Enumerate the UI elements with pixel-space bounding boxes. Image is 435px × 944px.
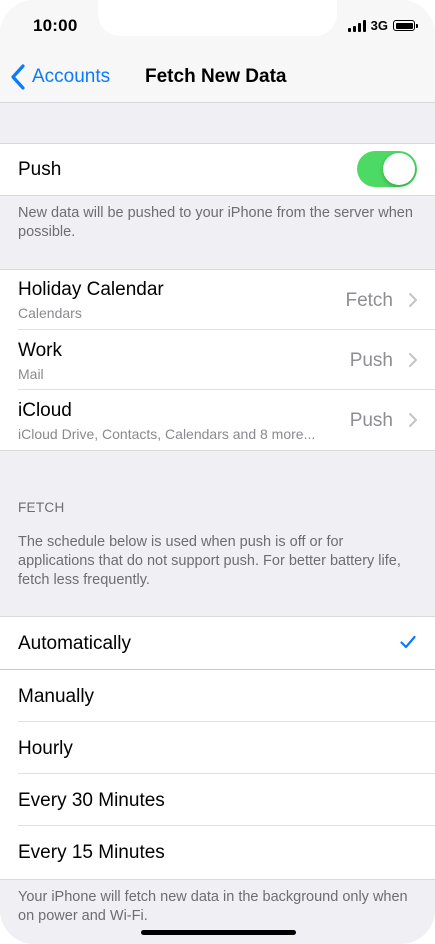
fetch-option-label: Automatically bbox=[18, 633, 131, 654]
push-toggle[interactable] bbox=[357, 151, 417, 187]
chevron-right-icon bbox=[409, 353, 417, 367]
account-schedule-value: Push bbox=[349, 410, 393, 431]
checkmark-icon bbox=[400, 635, 416, 649]
fetch-option-hourly[interactable]: Hourly bbox=[0, 722, 435, 774]
push-group: Push bbox=[0, 143, 435, 196]
account-subtitle: Calendars bbox=[18, 305, 82, 321]
network-type: 3G bbox=[370, 18, 388, 33]
signal-icon bbox=[347, 19, 366, 32]
push-label: Push bbox=[18, 159, 62, 180]
device-notch bbox=[98, 0, 337, 36]
account-row-icloud[interactable]: iCloud iCloud Drive, Contacts, Calendars… bbox=[0, 390, 435, 450]
status-bar: 10:00 3G bbox=[0, 0, 435, 52]
account-row-holiday-calendar[interactable]: Holiday Calendar Calendars Fetch bbox=[0, 270, 435, 330]
toggle-knob bbox=[383, 153, 415, 185]
fetch-option-label: Manually bbox=[18, 686, 95, 707]
fetch-option-manually[interactable]: Manually bbox=[0, 670, 435, 722]
accounts-group: Holiday Calendar Calendars Fetch Work Ma… bbox=[0, 269, 435, 451]
status-indicators: 3G bbox=[347, 18, 418, 33]
account-subtitle: iCloud Drive, Contacts, Calendars and 8 … bbox=[18, 426, 316, 442]
account-schedule-value: Push bbox=[349, 350, 393, 371]
fetch-options-group: Automatically Manually Hourly Every 30 M… bbox=[0, 616, 435, 880]
account-subtitle: Mail bbox=[18, 366, 44, 382]
account-title: Work bbox=[18, 340, 62, 361]
fetch-option-automatically[interactable]: Automatically bbox=[0, 617, 435, 670]
status-time: 10:00 bbox=[33, 16, 78, 35]
fetch-section-header: FETCH bbox=[18, 500, 65, 515]
chevron-right-icon bbox=[409, 413, 417, 427]
fetch-footer: Your iPhone will fetch new data in the b… bbox=[18, 889, 408, 924]
account-title: iCloud bbox=[18, 400, 72, 421]
chevron-left-icon bbox=[11, 64, 25, 90]
settings-screen: 10:00 3G Accounts Fetch New Data Push Ne… bbox=[0, 0, 435, 944]
chevron-right-icon bbox=[409, 293, 417, 307]
fetch-option-every-15-minutes[interactable]: Every 15 Minutes bbox=[0, 826, 435, 878]
fetch-option-label: Hourly bbox=[18, 738, 73, 759]
account-schedule-value: Fetch bbox=[345, 290, 393, 311]
battery-icon bbox=[393, 20, 418, 31]
push-row: Push bbox=[0, 144, 435, 195]
fetch-description: The schedule below is used when push is … bbox=[18, 534, 401, 588]
push-description: New data will be pushed to your iPhone f… bbox=[18, 205, 413, 240]
account-title: Holiday Calendar bbox=[18, 279, 164, 300]
account-row-work[interactable]: Work Mail Push bbox=[0, 330, 435, 390]
page-title: Fetch New Data bbox=[145, 66, 287, 87]
back-button[interactable]: Accounts bbox=[8, 63, 110, 91]
fetch-option-every-30-minutes[interactable]: Every 30 Minutes bbox=[0, 774, 435, 826]
home-indicator bbox=[141, 930, 296, 935]
navigation-bar: Accounts Fetch New Data bbox=[0, 52, 435, 103]
fetch-option-label: Every 30 Minutes bbox=[18, 790, 165, 811]
fetch-option-label: Every 15 Minutes bbox=[18, 842, 165, 863]
back-button-label: Accounts bbox=[32, 66, 111, 87]
